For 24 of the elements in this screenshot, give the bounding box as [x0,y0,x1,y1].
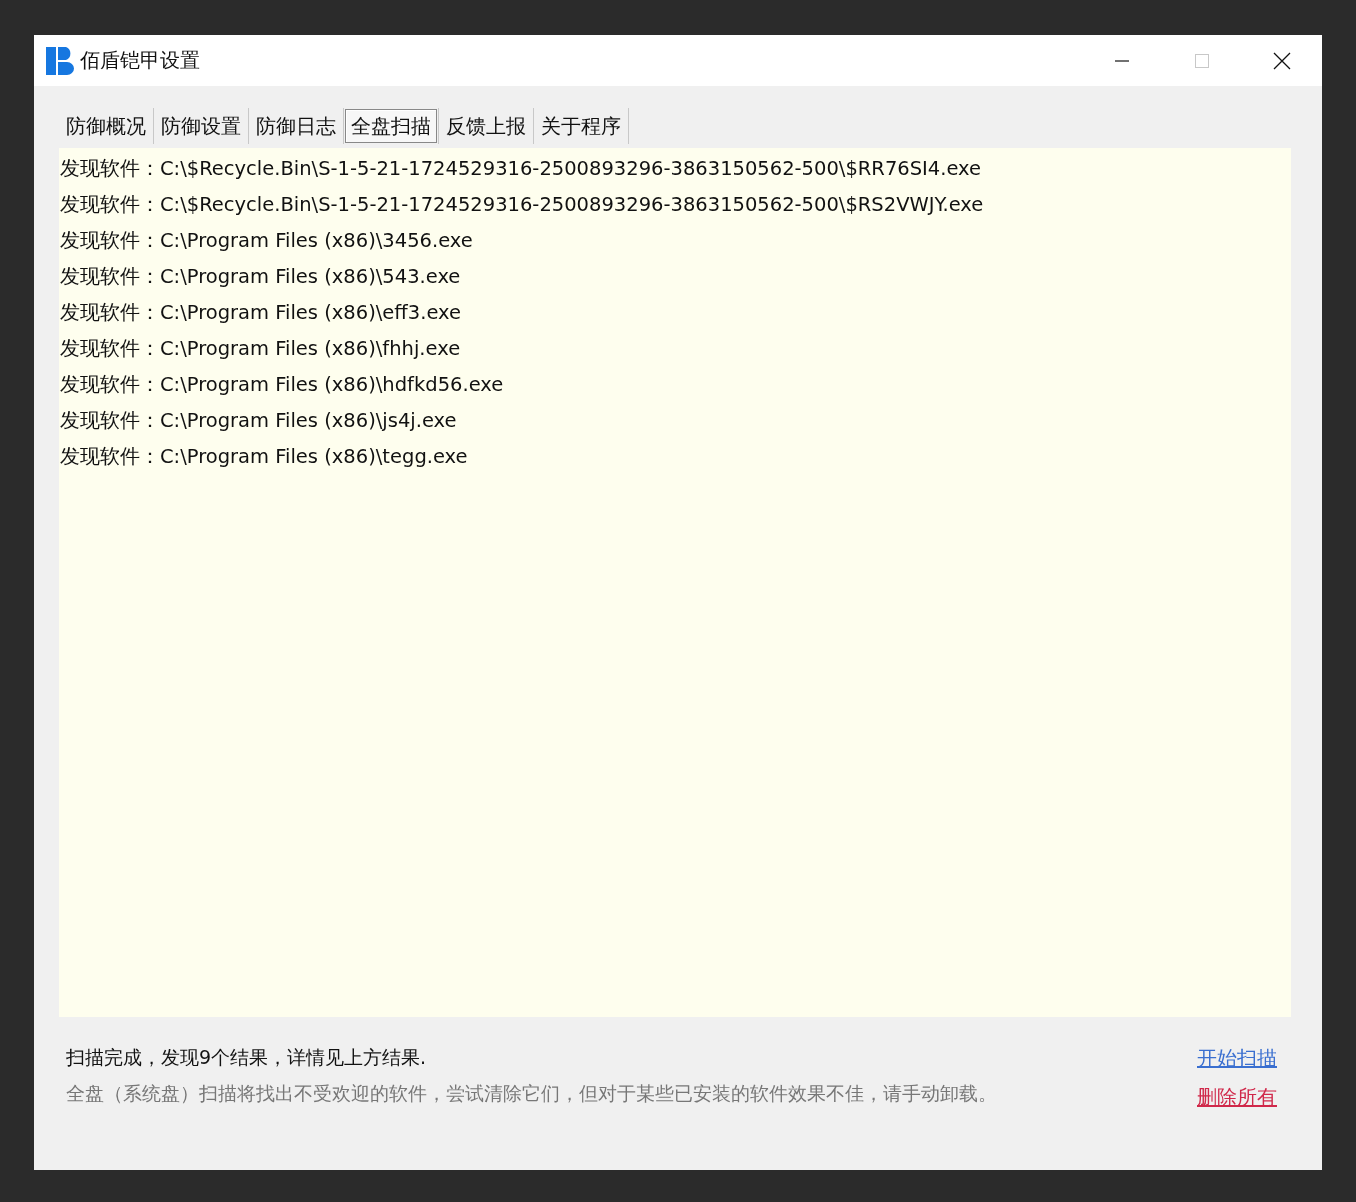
tab[interactable]: 防御日志 [250,109,342,143]
window-title: 佰盾铠甲设置 [80,47,200,74]
result-line: 发现软件：C:\Program Files (x86)\fhhj.exe [59,336,462,362]
status-text: 扫描完成，发现9个结果，详情见上方结果. [66,1045,428,1070]
result-line: 发现软件：C:\Program Files (x86)\tegg.exe [59,444,469,470]
result-line: 发现软件：C:\Program Files (x86)\543.exe [59,264,462,290]
tab[interactable]: 全盘扫描 [345,109,437,143]
hint-text: 全盘（系统盘）扫描将找出不受欢迎的软件，尝试清除它们，但对于某些已安装的软件效果不佳，请手动卸载。 [66,1082,998,1106]
result-line: 发现软件：C:\$Recycle.Bin\S-1-5-21-1724529316-2500893296-3863150562-500\$RR76SI4.exe [59,156,983,182]
action-link[interactable]: 开始扫描 [1197,1045,1277,1072]
result-line: 发现软件：C:\Program Files (x86)\hdfkd56.exe [59,372,505,398]
result-line: 发现软件：C:\$Recycle.Bin\S-1-5-21-1724529316-2500893296-3863150562-500\$RS2VWJY.exe [59,192,985,218]
maximize-icon [1194,52,1210,69]
tab[interactable]: 反馈上报 [440,109,532,143]
result-line: 发现软件：C:\Program Files (x86)\3456.exe [59,228,474,254]
action-link[interactable]: 删除所有 [1197,1084,1277,1111]
minimize-icon [1114,59,1130,62]
close-icon [1273,51,1291,70]
result-line: 发现软件：C:\Program Files (x86)\eff3.exe [59,300,462,326]
result-line: 发现软件：C:\Program Files (x86)\js4j.exe [59,408,458,434]
tab[interactable]: 防御概况 [60,109,152,143]
app-logo-icon [46,46,74,75]
tab[interactable]: 防御设置 [155,109,247,143]
tab[interactable]: 关于程序 [535,109,627,143]
